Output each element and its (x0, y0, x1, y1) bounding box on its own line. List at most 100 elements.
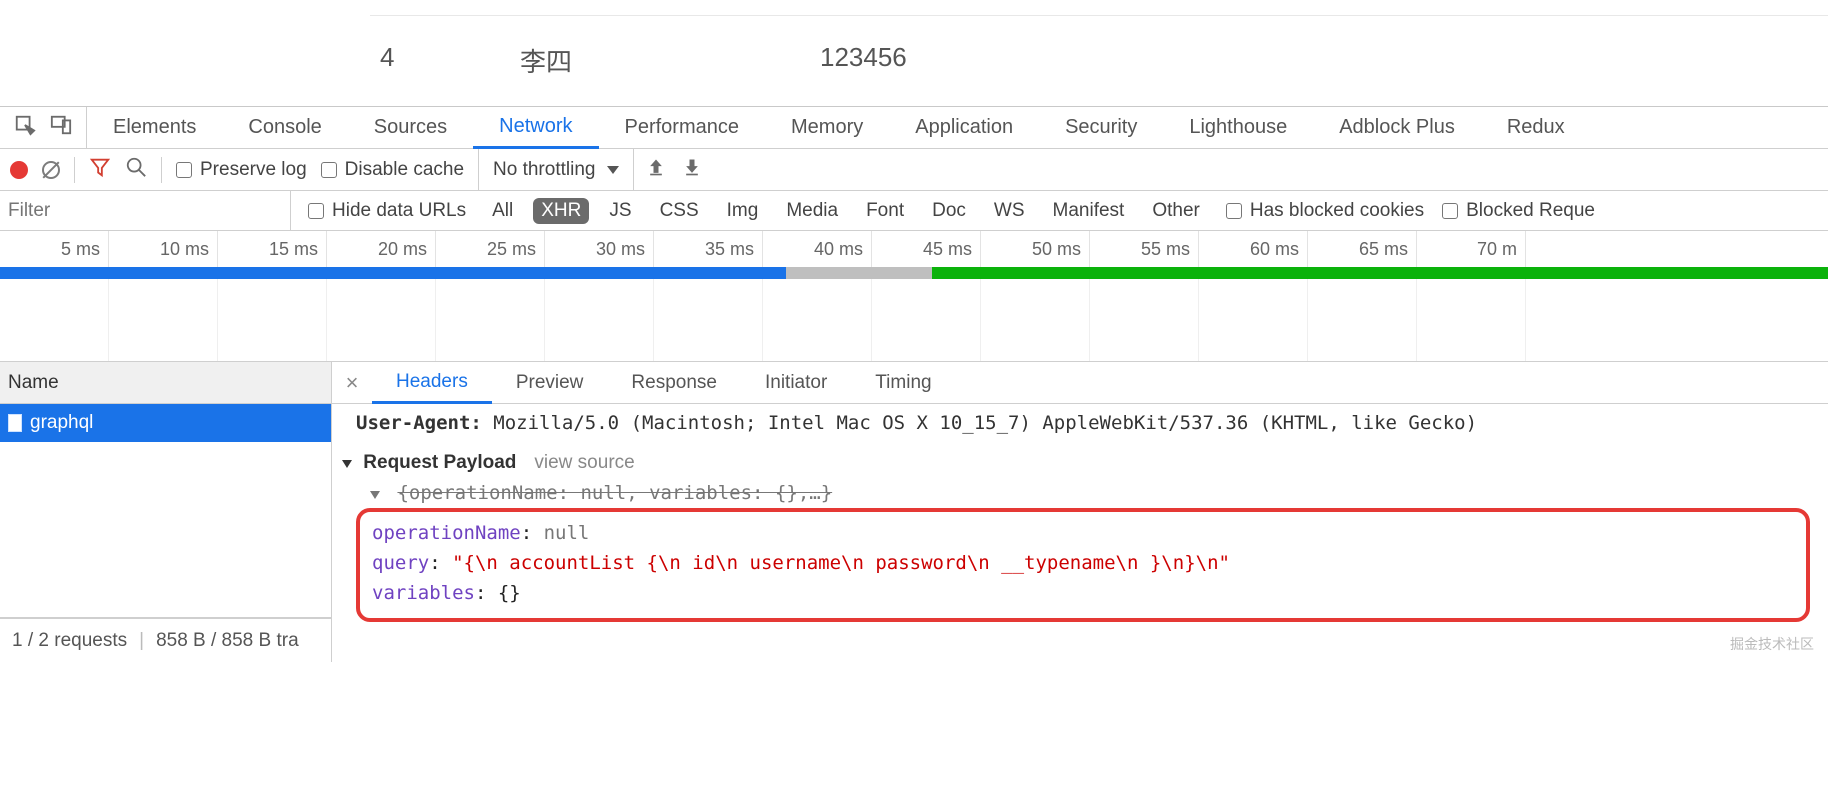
filter-icon[interactable] (89, 156, 111, 184)
chevron-down-icon (607, 166, 619, 174)
request-list-footer: 1 / 2 requests | 858 B / 858 B tra (0, 618, 331, 662)
search-icon[interactable] (125, 156, 147, 184)
network-filter-row: Hide data URLs All XHR JS CSS Img Media … (0, 191, 1828, 231)
has-blocked-cookies-checkbox[interactable]: Has blocked cookies (1226, 200, 1424, 222)
tab-application[interactable]: Application (889, 107, 1039, 148)
upload-har-icon[interactable] (646, 157, 666, 183)
type-img[interactable]: Img (719, 198, 767, 224)
timeline-tick: 50 ms (981, 231, 1090, 267)
payload-key-operationName: operationName (372, 522, 521, 544)
tab-memory[interactable]: Memory (765, 107, 889, 148)
timeline-tick: 25 ms (436, 231, 545, 267)
timeline-tick: 35 ms (654, 231, 763, 267)
user-agent-label: User-Agent: (356, 412, 482, 434)
type-manifest[interactable]: Manifest (1045, 198, 1133, 224)
timeline-tick: 10 ms (109, 231, 218, 267)
tab-network[interactable]: Network (473, 107, 598, 149)
detail-tab-headers[interactable]: Headers (372, 363, 492, 404)
footer-count: 1 / 2 requests (12, 630, 127, 652)
cell-pwd: 123456 (820, 42, 1020, 79)
disable-cache-label: Disable cache (345, 159, 464, 181)
detail-tab-preview[interactable]: Preview (492, 362, 608, 403)
timeline-tick: 45 ms (872, 231, 981, 267)
type-css[interactable]: CSS (652, 198, 707, 224)
timeline-tick: 60 ms (1199, 231, 1308, 267)
timeline-tick: 40 ms (763, 231, 872, 267)
payload-val-variables-close: } (509, 582, 520, 604)
payload-highlight-box: operationName: null query: "{\n accountL… (356, 508, 1810, 622)
request-item-label: graphql (30, 412, 93, 434)
payload-val-query: "{\n accountList {\n id\n username\n pas… (452, 552, 1230, 574)
detail-tab-response[interactable]: Response (607, 362, 741, 403)
type-xhr[interactable]: XHR (533, 198, 589, 224)
hide-data-urls-checkbox[interactable]: Hide data URLs (308, 200, 466, 222)
triangle-down-icon (342, 460, 352, 468)
timeline-tick: 15 ms (218, 231, 327, 267)
timeline-tick: 30 ms (545, 231, 654, 267)
tab-redux[interactable]: Redux (1481, 107, 1591, 148)
cell-id: 4 (380, 42, 520, 79)
type-ws[interactable]: WS (986, 198, 1033, 224)
timeline[interactable]: 5 ms10 ms15 ms20 ms25 ms30 ms35 ms40 ms4… (0, 231, 1828, 362)
payload-val-variables-open: { (498, 582, 509, 604)
tab-sources[interactable]: Sources (348, 107, 473, 148)
clear-button[interactable] (42, 161, 60, 179)
watermark: 掘金技术社区 (1730, 634, 1814, 654)
timeline-tick: 20 ms (327, 231, 436, 267)
tab-security[interactable]: Security (1039, 107, 1163, 148)
page-content: 4 李四 123456 (0, 0, 1828, 106)
request-payload-title: Request Payload (363, 452, 516, 473)
throttling-label: No throttling (493, 159, 595, 181)
request-item-graphql[interactable]: graphql (0, 404, 331, 442)
record-button[interactable] (10, 161, 28, 179)
detail-tab-initiator[interactable]: Initiator (741, 362, 851, 403)
payload-object-summary[interactable]: {operationName: null, variables: {},…} (342, 482, 1818, 504)
type-media[interactable]: Media (778, 198, 846, 224)
request-list-header[interactable]: Name (0, 362, 331, 404)
type-font[interactable]: Font (858, 198, 912, 224)
disable-cache-checkbox[interactable]: Disable cache (321, 159, 464, 181)
blocked-requests-checkbox[interactable]: Blocked Reque (1442, 200, 1595, 222)
has-blocked-cookies-label: Has blocked cookies (1250, 200, 1424, 222)
timeline-tick: 5 ms (0, 231, 109, 267)
inspect-icon[interactable] (14, 114, 36, 142)
tab-elements[interactable]: Elements (87, 107, 222, 148)
download-har-icon[interactable] (682, 157, 702, 183)
payload-key-variables: variables (372, 582, 475, 604)
throttling-select[interactable]: No throttling (478, 149, 619, 190)
footer-size: 858 B / 858 B tra (156, 630, 299, 652)
payload-val-operationName: null (544, 522, 590, 544)
timeline-tick: 65 ms (1308, 231, 1417, 267)
network-toolbar: Preserve log Disable cache No throttling (0, 149, 1828, 191)
tab-adblock[interactable]: Adblock Plus (1313, 107, 1481, 148)
type-all[interactable]: All (484, 198, 521, 224)
close-details-button[interactable]: × (332, 370, 372, 396)
device-toggle-icon[interactable] (50, 114, 72, 142)
request-list: Name graphql 1 / 2 requests | 858 B / 85… (0, 362, 332, 662)
type-js[interactable]: JS (601, 198, 639, 224)
type-other[interactable]: Other (1144, 198, 1208, 224)
timeline-bar (786, 267, 932, 279)
user-agent-row: User-Agent: Mozilla/5.0 (Macintosh; Inte… (342, 410, 1818, 448)
filter-input[interactable] (0, 191, 290, 230)
tab-console[interactable]: Console (222, 107, 347, 148)
timeline-bar (0, 267, 786, 279)
tab-performance[interactable]: Performance (599, 107, 766, 148)
timeline-tick: 70 m (1417, 231, 1526, 267)
detail-tab-timing[interactable]: Timing (851, 362, 955, 403)
view-source-link[interactable]: view source (534, 452, 634, 474)
hide-data-urls-label: Hide data URLs (332, 200, 466, 222)
timeline-bar (932, 267, 1828, 279)
user-agent-value: Mozilla/5.0 (Macintosh; Intel Mac OS X 1… (493, 412, 1477, 434)
document-icon (8, 414, 22, 432)
devtools-tabs: Elements Console Sources Network Perform… (87, 107, 1591, 148)
payload-key-query: query (372, 552, 429, 574)
request-payload-section[interactable]: Request Payload view source (342, 448, 1818, 482)
timeline-tick: 55 ms (1090, 231, 1199, 267)
type-doc[interactable]: Doc (924, 198, 974, 224)
preserve-log-checkbox[interactable]: Preserve log (176, 159, 307, 181)
table-row: 4 李四 123456 (0, 16, 1828, 79)
cell-name: 李四 (520, 42, 820, 79)
request-details: × Headers Preview Response Initiator Tim… (332, 362, 1828, 662)
tab-lighthouse[interactable]: Lighthouse (1163, 107, 1313, 148)
